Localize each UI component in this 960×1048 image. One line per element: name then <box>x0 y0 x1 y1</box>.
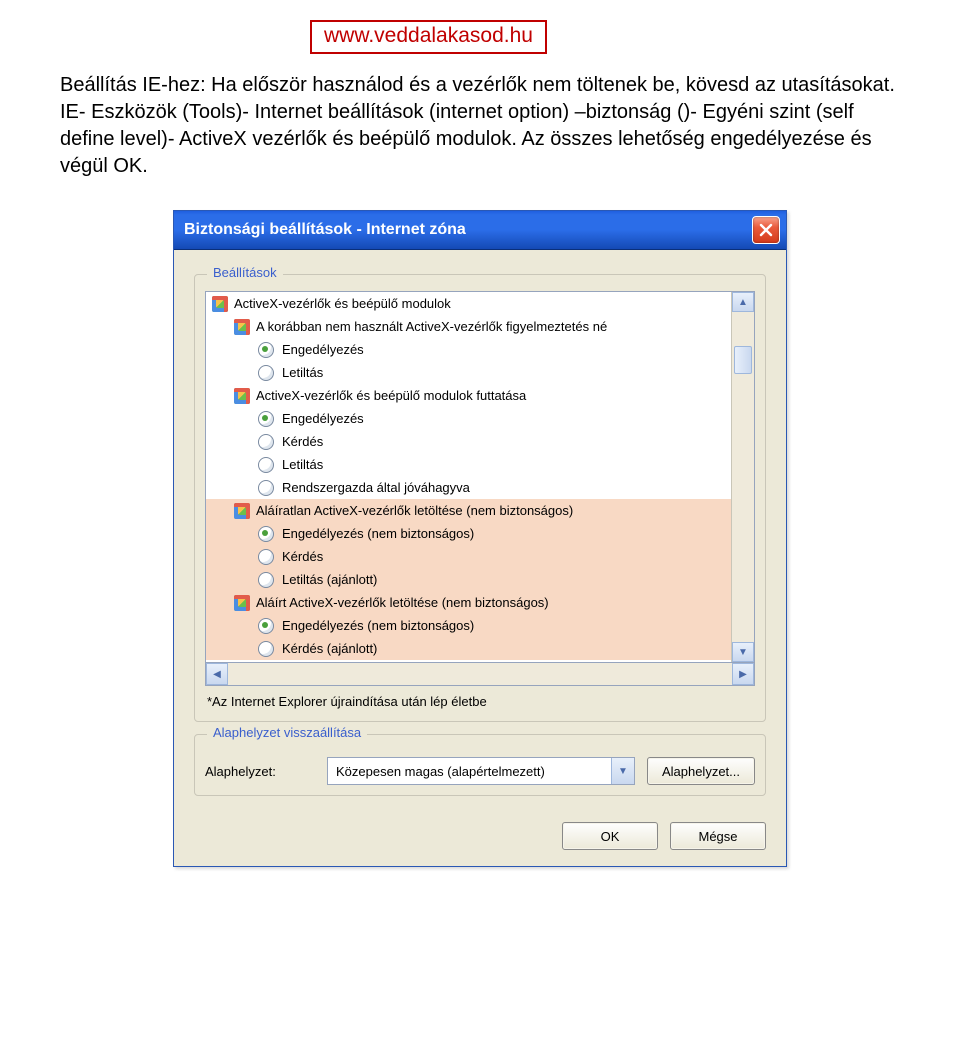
scroll-right-icon[interactable]: ▶ <box>732 663 754 685</box>
radio-icon[interactable] <box>258 365 274 381</box>
radio-icon[interactable] <box>258 411 274 427</box>
list-item-label: Aláíratlan ActiveX-vezérlők letöltése (n… <box>256 504 573 518</box>
list-item-label: Letiltás (ajánlott) <box>282 573 377 587</box>
list-item-label: Engedélyezés <box>282 343 364 357</box>
settings-groupbox: Beállítások ActiveX-vezérlők és beépülő … <box>194 274 766 722</box>
scroll-left-icon[interactable]: ◀ <box>206 663 228 685</box>
list-header: ActiveX-vezérlők és beépülő modulok futt… <box>206 384 731 407</box>
list-header: Aláírt ActiveX-vezérlők letöltése (nem b… <box>206 591 731 614</box>
list-header: ActiveX-vezérlők és beépülő modulok <box>206 292 731 315</box>
list-item-label: Engedélyezés <box>282 412 364 426</box>
settings-listbox[interactable]: ActiveX-vezérlők és beépülő modulok A kor… <box>205 291 755 663</box>
list-option[interactable]: Engedélyezés (nem biztonságos) <box>206 522 731 545</box>
list-item-label: ActiveX-vezérlők és beépülő modulok <box>234 297 451 311</box>
activex-icon <box>234 388 250 404</box>
reset-button[interactable]: Alaphelyzet... <box>647 757 755 785</box>
list-option[interactable]: Engedélyezés <box>206 338 731 361</box>
radio-icon[interactable] <box>258 641 274 657</box>
list-option[interactable]: Kérdés <box>206 545 731 568</box>
radio-icon[interactable] <box>258 457 274 473</box>
combo-value: Közepesen magas (alapértelmezett) <box>336 764 611 779</box>
ok-button[interactable]: OK <box>562 822 658 850</box>
scroll-up-icon[interactable]: ▲ <box>732 292 754 312</box>
list-option[interactable]: Kérdés <box>206 430 731 453</box>
titlebar-text: Biztonsági beállítások - Internet zóna <box>184 221 752 239</box>
vertical-scrollbar[interactable]: ▲ ▼ <box>731 292 754 662</box>
list-item-label: Kérdés <box>282 435 323 449</box>
activex-icon <box>234 595 250 611</box>
activex-icon <box>234 503 250 519</box>
list-item-label: Engedélyezés (nem biztonságos) <box>282 619 474 633</box>
list-item-label: Letiltás <box>282 458 323 472</box>
activex-icon <box>212 296 228 312</box>
reset-label: Alaphelyzet: <box>205 764 315 779</box>
restart-note: *Az Internet Explorer újraindítása után … <box>207 694 753 709</box>
list-item-label: Kérdés <box>282 550 323 564</box>
list-option[interactable]: Engedélyezés <box>206 407 731 430</box>
scroll-thumb[interactable] <box>734 346 752 374</box>
url-box: www.veddalakasod.hu <box>310 20 547 54</box>
list-header: Aláíratlan ActiveX-vezérlők letöltése (n… <box>206 499 731 522</box>
radio-icon[interactable] <box>258 342 274 358</box>
list-option[interactable]: Rendszergazda által jóváhagyva <box>206 476 731 499</box>
cancel-button[interactable]: Mégse <box>670 822 766 850</box>
list-item-label: Rendszergazda által jóváhagyva <box>282 481 470 495</box>
reset-legend: Alaphelyzet visszaállítása <box>207 725 367 740</box>
list-item-label: A korábban nem használt ActiveX-vezérlők… <box>256 320 607 334</box>
list-item-label: ActiveX-vezérlők és beépülő modulok futt… <box>256 389 526 403</box>
close-icon[interactable] <box>752 216 780 244</box>
list-item-label: Engedélyezés (nem biztonságos) <box>282 527 474 541</box>
list-item-label: Kérdés (ajánlott) <box>282 642 377 656</box>
list-item-label: Letiltás <box>282 366 323 380</box>
radio-icon[interactable] <box>258 434 274 450</box>
list-option[interactable]: Kérdés (ajánlott) <box>206 637 731 660</box>
scroll-down-icon[interactable]: ▼ <box>732 642 754 662</box>
reset-groupbox: Alaphelyzet visszaállítása Alaphelyzet: … <box>194 734 766 796</box>
radio-icon[interactable] <box>258 618 274 634</box>
horizontal-scrollbar[interactable]: ◀ ▶ <box>205 663 755 686</box>
intro-text: Beállítás IE-hez: Ha először használod é… <box>60 72 900 180</box>
reset-level-combo[interactable]: Közepesen magas (alapértelmezett) ▼ <box>327 757 635 785</box>
settings-legend: Beállítások <box>207 265 283 280</box>
list-header: A korábban nem használt ActiveX-vezérlők… <box>206 315 731 338</box>
radio-icon[interactable] <box>258 526 274 542</box>
activex-icon <box>234 319 250 335</box>
radio-icon[interactable] <box>258 572 274 588</box>
radio-icon[interactable] <box>258 549 274 565</box>
security-settings-dialog: Biztonsági beállítások - Internet zóna B… <box>173 210 787 867</box>
radio-icon[interactable] <box>258 480 274 496</box>
titlebar[interactable]: Biztonsági beállítások - Internet zóna <box>174 211 786 250</box>
chevron-down-icon[interactable]: ▼ <box>611 758 634 784</box>
list-option[interactable]: Letiltás <box>206 453 731 476</box>
list-option[interactable]: Engedélyezés (nem biztonságos) <box>206 614 731 637</box>
list-option[interactable]: Letiltás (ajánlott) <box>206 568 731 591</box>
list-option[interactable]: Letiltás <box>206 361 731 384</box>
list-item-label: Aláírt ActiveX-vezérlők letöltése (nem b… <box>256 596 549 610</box>
